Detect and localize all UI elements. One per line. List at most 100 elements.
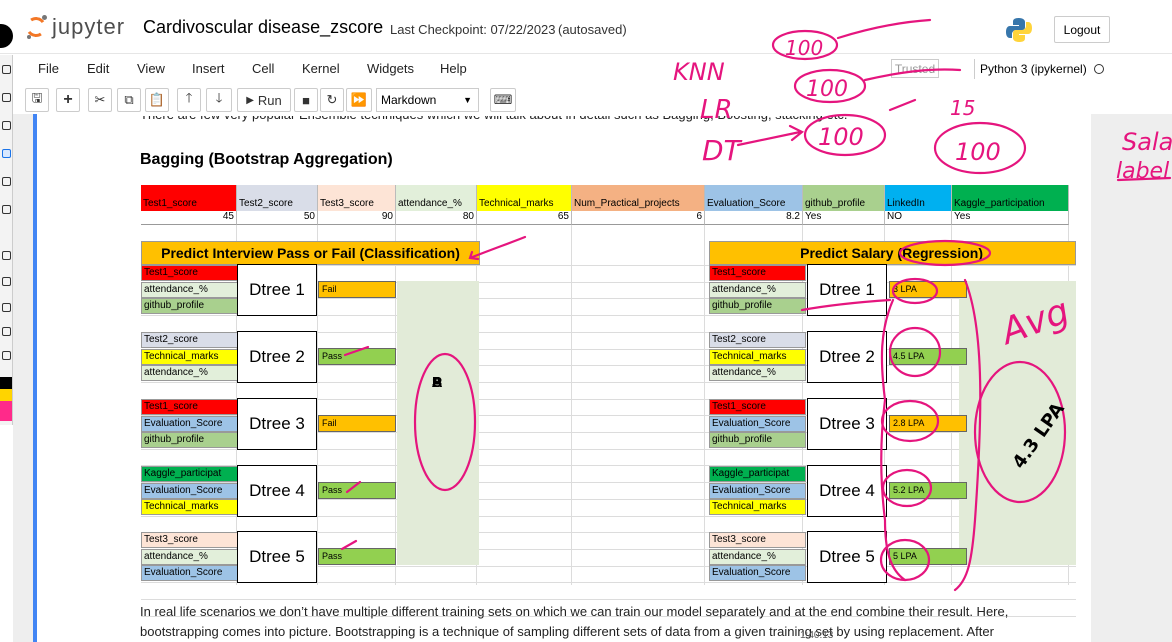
- tree-feature-cell: Technical_marks: [709, 348, 806, 365]
- menu-insert[interactable]: Insert: [192, 61, 225, 76]
- tree-feature-cell: Test3_score: [141, 532, 238, 548]
- copy-button[interactable]: ⧉: [117, 88, 141, 112]
- tree-feature-cell: Evaluation_Score: [709, 482, 806, 499]
- menu-view[interactable]: View: [137, 61, 165, 76]
- table-header-cell: Kaggle_participation: [952, 185, 1069, 211]
- tree-feature-cell: Technical_marks: [709, 499, 806, 516]
- marker-tool-icon[interactable]: [2, 149, 11, 158]
- undo-tool-icon[interactable]: [2, 327, 11, 336]
- table-header-cell: attendance_%: [396, 185, 477, 211]
- keyboard-icon: ⌨: [493, 92, 513, 107]
- grid-line: [571, 225, 572, 585]
- classification-banner: Predict Interview Pass or Fail (Classifi…: [141, 241, 480, 265]
- grid-line: [704, 225, 705, 585]
- menu-widgets[interactable]: Widgets: [367, 61, 414, 76]
- menu-help[interactable]: Help: [440, 61, 467, 76]
- notebook-title[interactable]: Cardivoscular disease_zscore: [143, 17, 383, 38]
- paste-icon: 📋: [148, 92, 166, 107]
- eraser-tool-icon-2[interactable]: [2, 205, 11, 214]
- color-swatch-black[interactable]: [0, 377, 12, 389]
- table-header-cell: Technical_marks: [477, 185, 572, 211]
- paste-button[interactable]: 📋: [145, 88, 169, 112]
- move-down-button[interactable]: 🡓: [206, 88, 232, 112]
- kernel-indicator[interactable]: Python 3 (ipykernel): [974, 59, 1112, 79]
- pencil-tool-icon[interactable]: [2, 121, 11, 130]
- select-tool-icon[interactable]: [2, 303, 11, 312]
- toolbar: 🖫 + ✂ ⧉ 📋 🡑 🡓 ▶ Run ■ ↻ ⏩ Markdown ▼ ⌨: [0, 88, 1172, 114]
- tree-feature-cell: Technical_marks: [141, 499, 238, 516]
- copy-icon: ⧉: [124, 92, 134, 107]
- tree-result-cell: 2.8 LPA: [889, 415, 967, 432]
- table-header-cell: Test3_score: [318, 185, 396, 211]
- move-up-button[interactable]: 🡑: [177, 88, 201, 112]
- tree-result-cell: Pass: [318, 348, 396, 365]
- tree-feature-cell: Test1_score: [709, 399, 806, 415]
- cut-button[interactable]: ✂: [88, 88, 112, 112]
- tree-feature-cell: attendance_%: [141, 365, 238, 382]
- trusted-badge[interactable]: Trusted: [891, 59, 939, 78]
- run-button[interactable]: ▶ Run: [237, 88, 291, 112]
- insert-cell-button[interactable]: +: [56, 88, 80, 112]
- tree-feature-cell: Evaluation_Score: [141, 415, 238, 432]
- tree-feature-cell: Technical_marks: [141, 348, 238, 365]
- python-icon: [1006, 18, 1032, 42]
- decision-tree-box: Dtree 1: [237, 264, 317, 316]
- table-header-cell: Test1_score: [141, 185, 237, 211]
- tree-feature-cell: Test1_score: [141, 265, 238, 281]
- pass-letter: S: [431, 374, 442, 391]
- tree-feature-cell: attendance_%: [141, 281, 238, 298]
- restart-button[interactable]: ↻: [320, 88, 344, 112]
- table-value-cell: 65: [477, 211, 572, 225]
- menu-cell[interactable]: Cell: [252, 61, 274, 76]
- jupyter-logo[interactable]: jupyter: [24, 14, 126, 40]
- tree-feature-cell: attendance_%: [709, 281, 806, 298]
- paragraph-line: In real life scenarios we don’t have mul…: [140, 604, 1009, 619]
- tree-feature-cell: Kaggle_participat: [141, 466, 238, 482]
- command-palette-button[interactable]: ⌨: [490, 88, 516, 112]
- tree-result-cell: Pass: [318, 482, 396, 499]
- color-swatch-pink[interactable]: [0, 401, 12, 421]
- decision-tree-box: Dtree 3: [807, 398, 887, 450]
- pen-tool-icon[interactable]: [2, 65, 11, 74]
- eraser-tool-icon[interactable]: [2, 177, 11, 186]
- clear-tool-icon[interactable]: [2, 351, 11, 360]
- logo-text: jupyter: [52, 14, 126, 39]
- app: { "header":{"logo_text":"jupyter","noteb…: [0, 0, 1172, 642]
- tree-feature-cell: github_profile: [141, 432, 238, 449]
- restart-icon: ↻: [326, 92, 338, 107]
- tree-feature-cell: Test1_score: [709, 265, 806, 281]
- highlighter-tool-icon[interactable]: [2, 93, 11, 102]
- save-icon: 🖫: [31, 90, 43, 105]
- bagging-table: Test1_score Test2_score Test3_score attenda…: [141, 185, 1076, 617]
- tree-feature-cell: github_profile: [709, 298, 806, 315]
- kernel-name: Python 3 (ipykernel): [980, 62, 1087, 76]
- shape-tool-icon[interactable]: [2, 251, 11, 260]
- text-tool-icon[interactable]: [2, 277, 11, 286]
- decision-tree-box: Dtree 5: [237, 531, 317, 583]
- bagging-heading: Bagging (Bootstrap Aggregation): [140, 151, 393, 168]
- menu-file[interactable]: File: [38, 61, 59, 76]
- regression-banner: Predict Salary (Regression): [709, 241, 1076, 265]
- arrow-down-icon: 🡓: [215, 90, 223, 105]
- annotation-tool-strip: [0, 55, 13, 425]
- decision-tree-box: Dtree 4: [237, 465, 317, 517]
- save-button[interactable]: 🖫: [25, 88, 49, 112]
- table-value-cell: 45: [141, 211, 237, 225]
- decision-tree-box: Dtree 2: [237, 331, 317, 383]
- restart-run-all-button[interactable]: ⏩: [346, 88, 372, 112]
- tree-feature-cell: Evaluation_Score: [141, 482, 238, 499]
- logout-button[interactable]: Logout: [1054, 16, 1110, 43]
- autosave-label: (autosaved): [558, 22, 627, 37]
- jupyter-icon: [24, 15, 48, 39]
- interrupt-button[interactable]: ■: [294, 88, 318, 112]
- menu-kernel[interactable]: Kernel: [302, 61, 340, 76]
- tree-feature-cell: github_profile: [709, 432, 806, 449]
- color-swatch-yellow[interactable]: [0, 389, 12, 401]
- menu-edit[interactable]: Edit: [87, 61, 109, 76]
- grid-line: [317, 225, 318, 585]
- tree-feature-cell: attendance_%: [709, 548, 806, 565]
- table-value-cell: 80: [396, 211, 477, 225]
- paragraph-line: bootstrapping comes into picture. Bootst…: [140, 624, 994, 639]
- cell-type-select[interactable]: Markdown ▼: [376, 88, 479, 112]
- decision-tree-box: Dtree 5: [807, 531, 887, 583]
